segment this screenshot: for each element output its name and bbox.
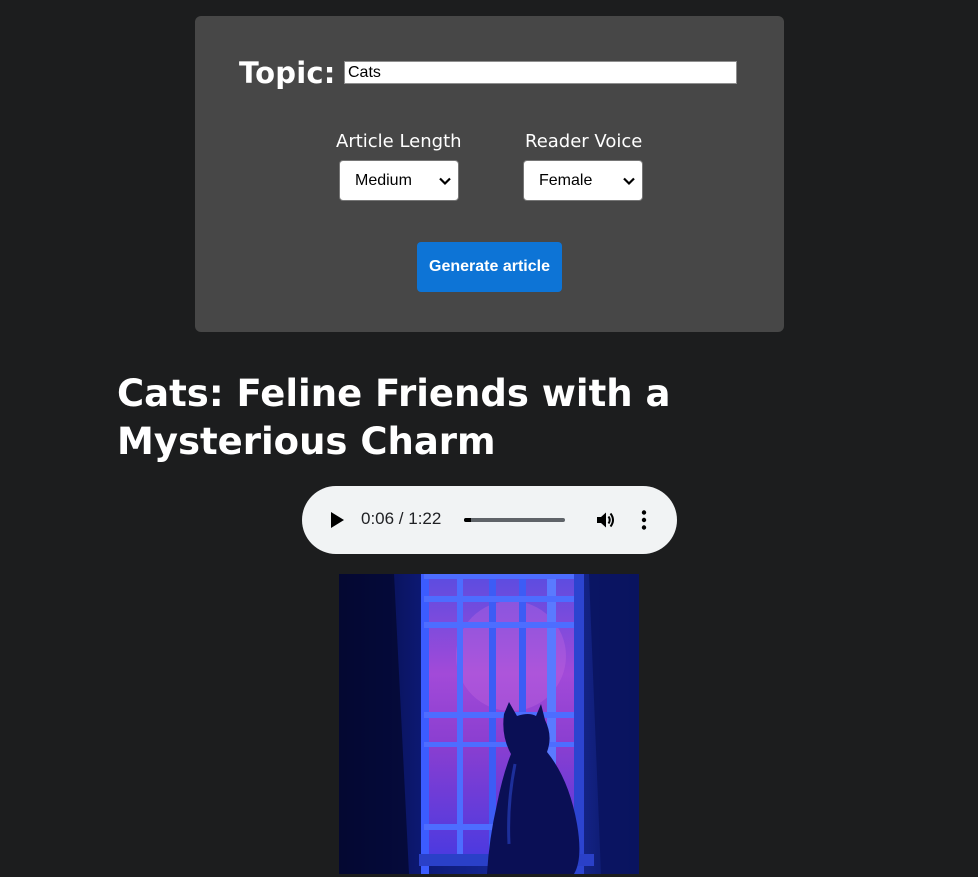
chevron-down-icon xyxy=(623,177,635,186)
audio-progress-track[interactable] xyxy=(464,518,565,522)
volume-icon[interactable] xyxy=(594,509,616,531)
article-length-label: Article Length xyxy=(336,131,462,152)
page: Topic: Article Length Medium Reader Voic… xyxy=(0,0,978,877)
article-length-select[interactable]: Medium xyxy=(339,160,459,201)
chevron-down-icon xyxy=(439,177,451,186)
reader-voice-label: Reader Voice xyxy=(525,131,643,152)
cat-at-window-image xyxy=(339,574,639,874)
play-icon[interactable] xyxy=(329,511,345,529)
article-settings-panel: Topic: Article Length Medium Reader Voic… xyxy=(195,16,784,332)
reader-voice-value: Female xyxy=(539,171,593,189)
audio-progress-fill xyxy=(464,518,472,522)
article-title: Cats: Feline Friends with a Mysterious C… xyxy=(117,372,671,463)
topic-input[interactable] xyxy=(344,61,737,84)
more-options-icon[interactable] xyxy=(638,509,650,531)
generate-article-button[interactable]: Generate article xyxy=(417,242,562,292)
audio-time: 0:06 / 1:22 xyxy=(361,509,442,528)
article-length-value: Medium xyxy=(355,171,412,189)
reader-voice-select[interactable]: Female xyxy=(523,160,643,201)
audio-player: 0:06 / 1:22 xyxy=(302,486,677,554)
topic-label: Topic: xyxy=(239,56,336,90)
